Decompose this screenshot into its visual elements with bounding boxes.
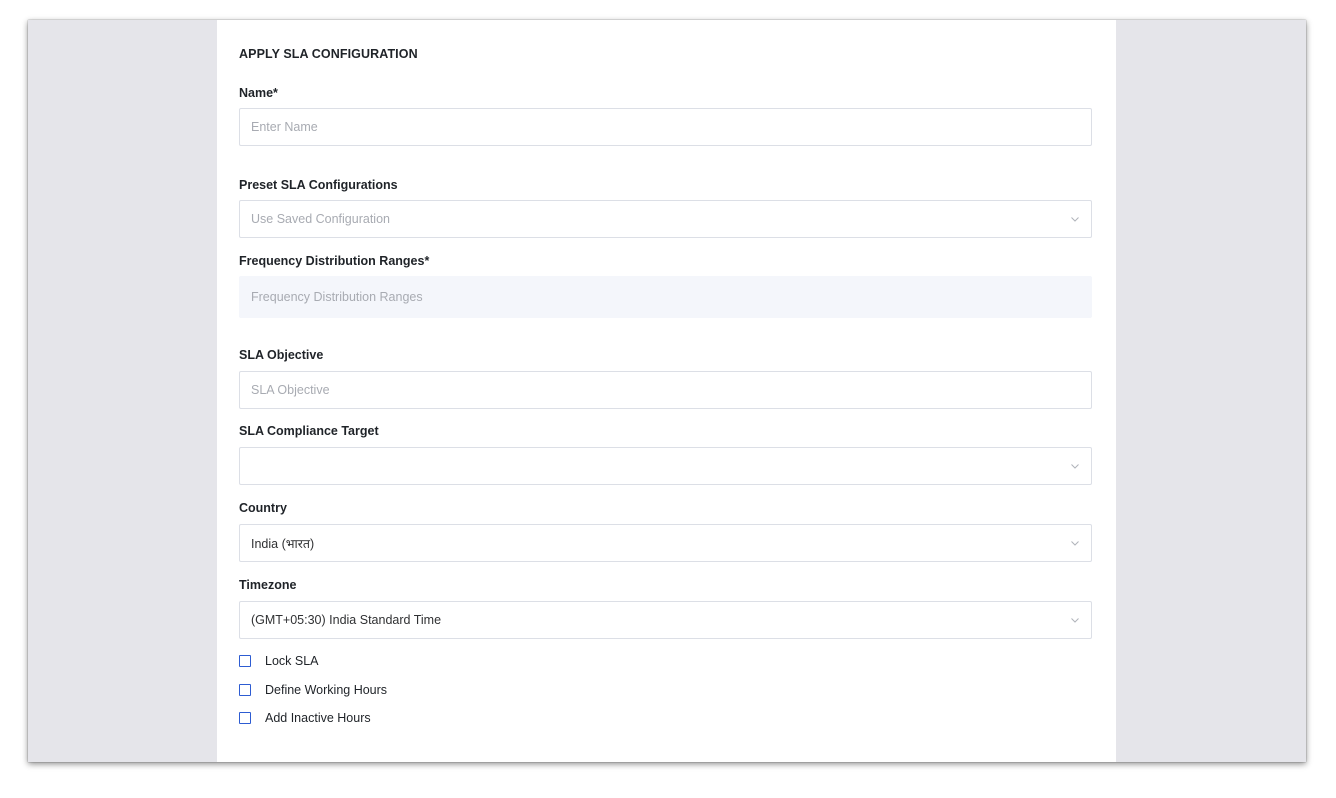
name-input[interactable] [251,120,1080,134]
add-inactive-hours-checkbox[interactable] [239,712,251,724]
define-working-hours-option[interactable]: Define Working Hours [239,683,387,697]
objective-label: SLA Objective [239,348,324,362]
lock-sla-label: Lock SLA [265,654,319,668]
timezone-select[interactable]: (GMT+05:30) India Standard Time [239,601,1092,639]
lock-sla-checkbox[interactable] [239,655,251,667]
frequency-field[interactable]: Frequency Distribution Ranges [239,276,1092,318]
define-working-hours-checkbox[interactable] [239,684,251,696]
frequency-placeholder: Frequency Distribution Ranges [251,290,423,304]
preset-select[interactable]: Use Saved Configuration [239,200,1092,238]
name-label: Name* [239,86,278,100]
chevron-down-icon [1070,214,1080,224]
country-select-value: India (भारत) [251,536,315,551]
frequency-label: Frequency Distribution Ranges* [239,254,430,268]
add-inactive-hours-label: Add Inactive Hours [265,711,371,725]
sla-config-form: APPLY SLA CONFIGURATION Name* Preset SLA… [217,20,1116,762]
country-select[interactable]: India (भारत) [239,524,1092,562]
add-inactive-hours-option[interactable]: Add Inactive Hours [239,711,371,725]
chevron-down-icon [1070,538,1080,548]
preset-label: Preset SLA Configurations [239,178,398,192]
chevron-down-icon [1070,461,1080,471]
chevron-down-icon [1070,615,1080,625]
lock-sla-option[interactable]: Lock SLA [239,654,319,668]
form-title: APPLY SLA CONFIGURATION [239,47,418,61]
preset-select-placeholder: Use Saved Configuration [251,212,390,226]
define-working-hours-label: Define Working Hours [265,683,388,697]
app-window: APPLY SLA CONFIGURATION Name* Preset SLA… [28,20,1306,762]
objective-field-container [239,371,1092,409]
compliance-select[interactable] [239,447,1092,485]
objective-input[interactable] [251,383,1080,397]
timezone-label: Timezone [239,578,297,592]
timezone-select-value: (GMT+05:30) India Standard Time [251,613,442,627]
compliance-label: SLA Compliance Target [239,424,379,438]
country-label: Country [239,501,287,515]
name-field-container [239,108,1092,146]
